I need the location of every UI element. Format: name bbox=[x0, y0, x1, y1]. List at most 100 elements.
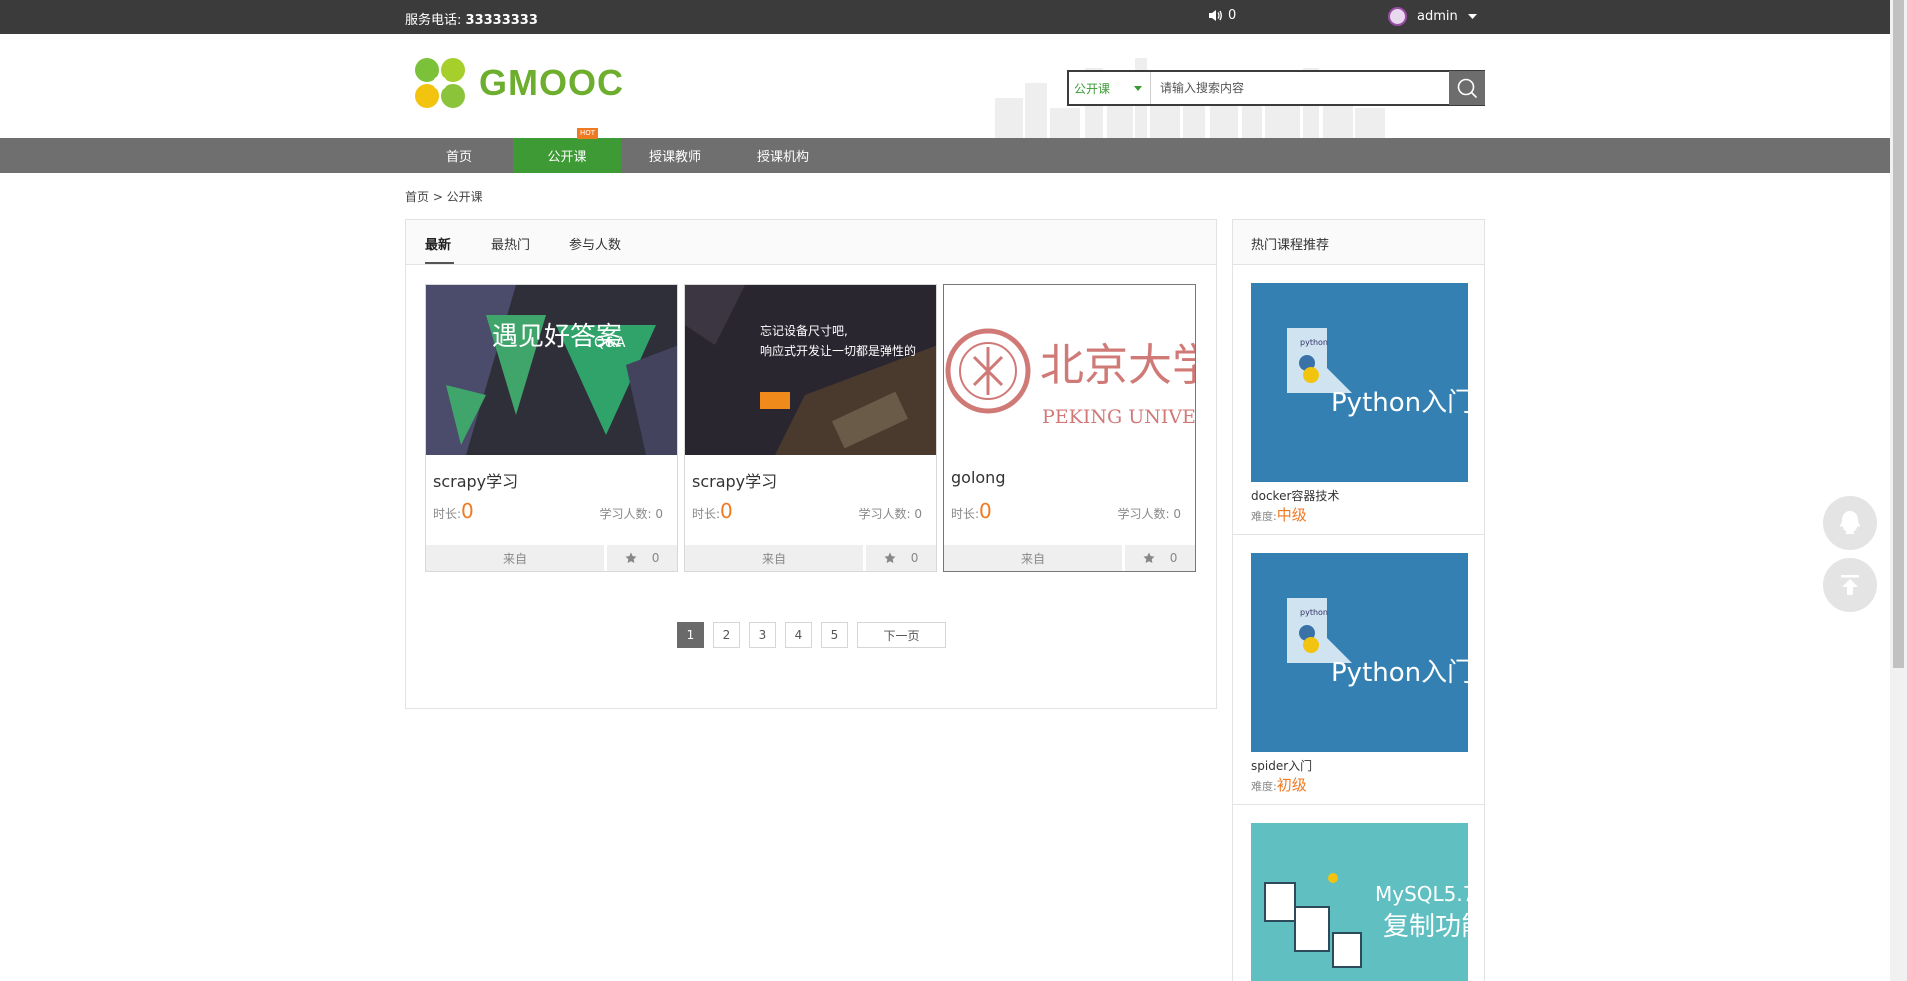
course-title[interactable]: golong bbox=[951, 468, 1005, 487]
recommended-course[interactable]: MySQL5.7 复制功能 bbox=[1233, 805, 1484, 981]
students-label: 学习人数: bbox=[858, 507, 911, 521]
students-value: 0 bbox=[1173, 507, 1181, 521]
tab-hottest[interactable]: 最热门 bbox=[491, 234, 530, 253]
page-1[interactable]: 1 bbox=[677, 622, 704, 648]
recommended-course-name[interactable]: docker容器技术 bbox=[1251, 487, 1339, 504]
clover-logo-icon bbox=[415, 58, 465, 108]
course-footer: 来自 0 bbox=[944, 545, 1195, 571]
students-label: 学习人数: bbox=[1117, 507, 1170, 521]
service-phone: 服务电话: 33333333 bbox=[405, 9, 538, 28]
search-type-select[interactable]: 公开课 bbox=[1069, 72, 1151, 104]
favorite-count: 0 bbox=[1169, 551, 1178, 565]
scrollbar-thumb[interactable] bbox=[1893, 0, 1904, 668]
course-thumbnail: 遇见好答案 Q&A bbox=[426, 285, 677, 455]
students-value: 0 bbox=[655, 507, 663, 521]
duration-value: 0 bbox=[979, 499, 992, 523]
search-box: 公开课 bbox=[1067, 70, 1485, 106]
hot-courses-panel: 热门课程推荐 python Python入门 docker容器技术 难度:中级 … bbox=[1232, 219, 1485, 981]
service-phone-number: 33333333 bbox=[465, 13, 538, 28]
recommended-course-name[interactable]: spider入门 bbox=[1251, 757, 1312, 774]
duration-label: 时长: bbox=[433, 507, 462, 521]
speaker-icon bbox=[1209, 10, 1222, 21]
favorite-button[interactable]: 0 bbox=[866, 545, 936, 571]
favorite-count: 0 bbox=[651, 551, 660, 565]
back-to-top-button[interactable] bbox=[1823, 558, 1877, 612]
favorite-button[interactable]: 0 bbox=[607, 545, 677, 571]
course-title[interactable]: scrapy学习 bbox=[433, 468, 518, 492]
nav-item-open-courses[interactable]: 公开课 bbox=[513, 138, 621, 173]
level-value: 中级 bbox=[1276, 506, 1307, 524]
svg-text:python: python bbox=[1300, 338, 1328, 347]
svg-text:Python入门: Python入门 bbox=[1331, 388, 1468, 418]
course-footer: 来自 0 bbox=[685, 545, 936, 571]
nav-item-organizations[interactable]: 授课机构 bbox=[729, 138, 837, 173]
star-icon bbox=[625, 552, 637, 563]
main-nav: 首页 公开课 授课教师 授课机构 bbox=[0, 138, 1890, 173]
nav-item-teachers[interactable]: 授课教师 bbox=[621, 138, 729, 173]
qq-contact-button[interactable] bbox=[1823, 496, 1877, 550]
tab-active-indicator bbox=[425, 262, 454, 264]
site-logo[interactable]: GMOOC bbox=[413, 56, 624, 110]
course-meta: 时长:0 学习人数: 0 bbox=[951, 499, 1181, 523]
favorite-count: 0 bbox=[910, 551, 919, 565]
course-card[interactable]: 北京大学 PEKING UNIVERSITY golong 时长:0 学习人数:… bbox=[943, 284, 1196, 572]
course-list-panel: 最新 最热门 参与人数 遇见好答案 Q&A scrapy学习 时长:0 学习人数… bbox=[405, 219, 1217, 709]
svg-text:响应式开发让一切都是弹性的: 响应式开发让一切都是弹性的 bbox=[760, 343, 916, 358]
recommended-course[interactable]: python Python入门 spider入门 难度:初级 bbox=[1233, 535, 1484, 805]
next-page-button[interactable]: 下一页 bbox=[857, 622, 946, 648]
recommended-course-level: 难度:中级 bbox=[1251, 504, 1307, 525]
recommended-course-image: MySQL5.7 复制功能 bbox=[1251, 823, 1468, 981]
course-title[interactable]: scrapy学习 bbox=[692, 468, 777, 492]
search-icon bbox=[1457, 78, 1478, 99]
hot-badge: HOT bbox=[577, 128, 598, 139]
hot-courses-title: 热门课程推荐 bbox=[1233, 220, 1484, 265]
star-icon bbox=[1143, 552, 1155, 563]
logo-text: GMOOC bbox=[479, 62, 624, 103]
duration-value: 0 bbox=[461, 499, 474, 523]
course-meta: 时长:0 学习人数: 0 bbox=[692, 499, 922, 523]
course-source[interactable]: 来自 bbox=[426, 545, 604, 571]
favorite-button[interactable]: 0 bbox=[1125, 545, 1195, 571]
tab-participants[interactable]: 参与人数 bbox=[569, 234, 621, 253]
username: admin bbox=[1417, 9, 1458, 24]
page-5[interactable]: 5 bbox=[821, 622, 848, 648]
course-thumbnail: 北京大学 PEKING UNIVERSITY bbox=[944, 285, 1195, 455]
duration-label: 时长: bbox=[951, 507, 980, 521]
level-value: 初级 bbox=[1276, 776, 1307, 794]
star-icon bbox=[884, 552, 896, 563]
duration-value: 0 bbox=[720, 499, 733, 523]
caret-down-icon bbox=[1134, 85, 1142, 91]
duration-label: 时长: bbox=[692, 507, 721, 521]
service-phone-label: 服务电话: bbox=[405, 13, 462, 28]
svg-text:python: python bbox=[1300, 608, 1328, 617]
course-card[interactable]: 遇见好答案 Q&A scrapy学习 时长:0 学习人数: 0 来自 0 bbox=[425, 284, 678, 572]
students-value: 0 bbox=[914, 507, 922, 521]
svg-text:Python入门: Python入门 bbox=[1331, 658, 1468, 688]
qq-icon bbox=[1840, 511, 1860, 534]
svg-text:复制功能: 复制功能 bbox=[1383, 912, 1468, 942]
recommended-course[interactable]: python Python入门 docker容器技术 难度:中级 bbox=[1233, 265, 1484, 535]
nav-item-home[interactable]: 首页 bbox=[405, 138, 513, 173]
svg-text:北京大学: 北京大学 bbox=[1040, 340, 1195, 391]
tab-latest[interactable]: 最新 bbox=[425, 234, 451, 253]
search-input[interactable] bbox=[1151, 81, 1449, 95]
caret-down-icon bbox=[1467, 13, 1477, 19]
search-type-value: 公开课 bbox=[1074, 81, 1111, 96]
students-label: 学习人数: bbox=[599, 507, 652, 521]
svg-text:Q&A: Q&A bbox=[594, 335, 626, 351]
course-source[interactable]: 来自 bbox=[685, 545, 863, 571]
page-2[interactable]: 2 bbox=[713, 622, 740, 648]
search-button[interactable] bbox=[1449, 71, 1485, 105]
header: GMOOC 公开课 bbox=[0, 34, 1890, 138]
top-bar: 服务电话: 33333333 0 admin bbox=[0, 0, 1890, 34]
svg-text:MySQL5.7: MySQL5.7 bbox=[1375, 882, 1468, 906]
page-4[interactable]: 4 bbox=[785, 622, 812, 648]
course-source[interactable]: 来自 bbox=[944, 545, 1122, 571]
notice-link[interactable]: 0 bbox=[1208, 8, 1236, 23]
page-3[interactable]: 3 bbox=[749, 622, 776, 648]
svg-text:PEKING UNIVERSITY: PEKING UNIVERSITY bbox=[1042, 406, 1195, 428]
level-label: 难度: bbox=[1251, 510, 1277, 523]
user-menu[interactable]: admin bbox=[1388, 7, 1477, 26]
course-card[interactable]: 忘记设备尺寸吧, 响应式开发让一切都是弹性的 scrapy学习 时长:0 学习人… bbox=[684, 284, 937, 572]
breadcrumb: 首页 > 公开课 bbox=[405, 190, 483, 204]
